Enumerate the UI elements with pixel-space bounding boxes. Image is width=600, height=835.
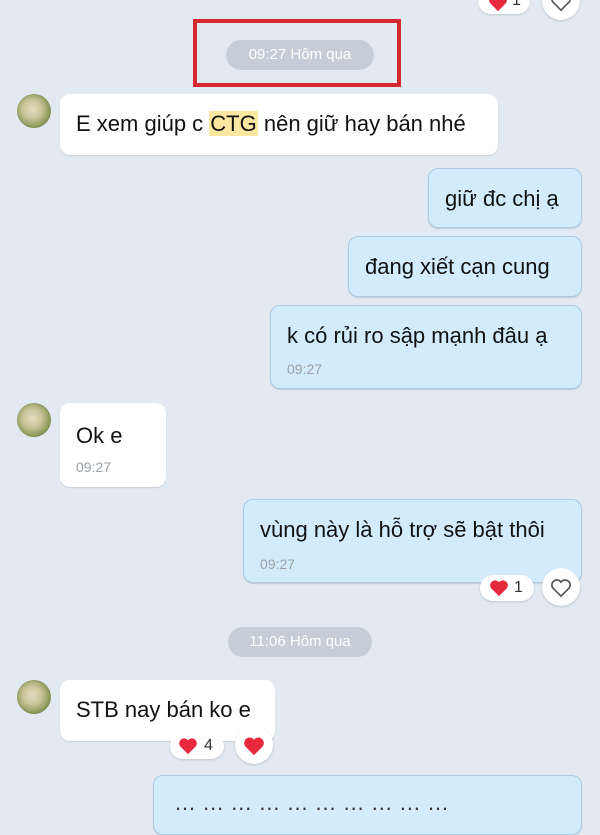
reaction-count: 1 [512, 0, 521, 9]
message-time: 09:27 [76, 459, 112, 475]
message-bubble[interactable]: E xem giúp c CTG nên giữ hay bán nhé [60, 94, 498, 155]
avatar[interactable] [17, 403, 51, 437]
message-text: k có rủi ro sập mạnh đâu ạ [287, 323, 548, 348]
message-bubble[interactable]: k có rủi ro sập mạnh đâu ạ 09:27 [270, 305, 582, 389]
message-text: đang xiết cạn cung [365, 254, 550, 279]
time-separator: 11:06 Hôm qua [228, 627, 372, 657]
message-text: vùng này là hỗ trợ sẽ bật thôi [260, 517, 545, 542]
message-text: giữ đc chị ạ [445, 186, 559, 211]
message-bubble[interactable]: … … … … … … … … … … [153, 775, 582, 835]
annotation-box [193, 19, 401, 87]
avatar[interactable] [17, 680, 51, 714]
heart-icon [489, 0, 507, 12]
heart-icon [490, 580, 508, 597]
highlighted-term: CTG [209, 111, 258, 136]
reaction-chip[interactable]: 4 [170, 733, 224, 759]
message-bubble[interactable]: giữ đc chị ạ [428, 168, 582, 228]
message-text: E xem giúp c CTG nên giữ hay bán nhé [76, 111, 466, 136]
message-text: STB nay bán ko e [76, 697, 251, 722]
reaction-chip-top[interactable]: 1 [478, 0, 530, 14]
message-time: 09:27 [260, 556, 296, 572]
message-text: Ok e [76, 423, 123, 448]
message-bubble[interactable]: đang xiết cạn cung [348, 236, 582, 297]
react-button-top[interactable] [542, 0, 580, 20]
heart-outline-icon [551, 0, 571, 12]
message-text: … … … … … … … … … … [174, 790, 450, 815]
avatar[interactable] [17, 94, 51, 128]
react-button[interactable] [235, 726, 273, 764]
reaction-chip[interactable]: 1 [480, 575, 534, 601]
message-bubble[interactable]: Ok e 09:27 [60, 403, 166, 487]
heart-icon [179, 738, 197, 755]
reaction-count: 4 [204, 737, 213, 754]
heart-outline-icon [551, 579, 571, 598]
message-time: 09:27 [287, 361, 323, 377]
heart-icon [244, 737, 264, 756]
message-bubble[interactable]: vùng này là hỗ trợ sẽ bật thôi 09:27 [243, 499, 582, 583]
react-button[interactable] [542, 568, 580, 606]
reaction-count: 1 [514, 579, 523, 596]
